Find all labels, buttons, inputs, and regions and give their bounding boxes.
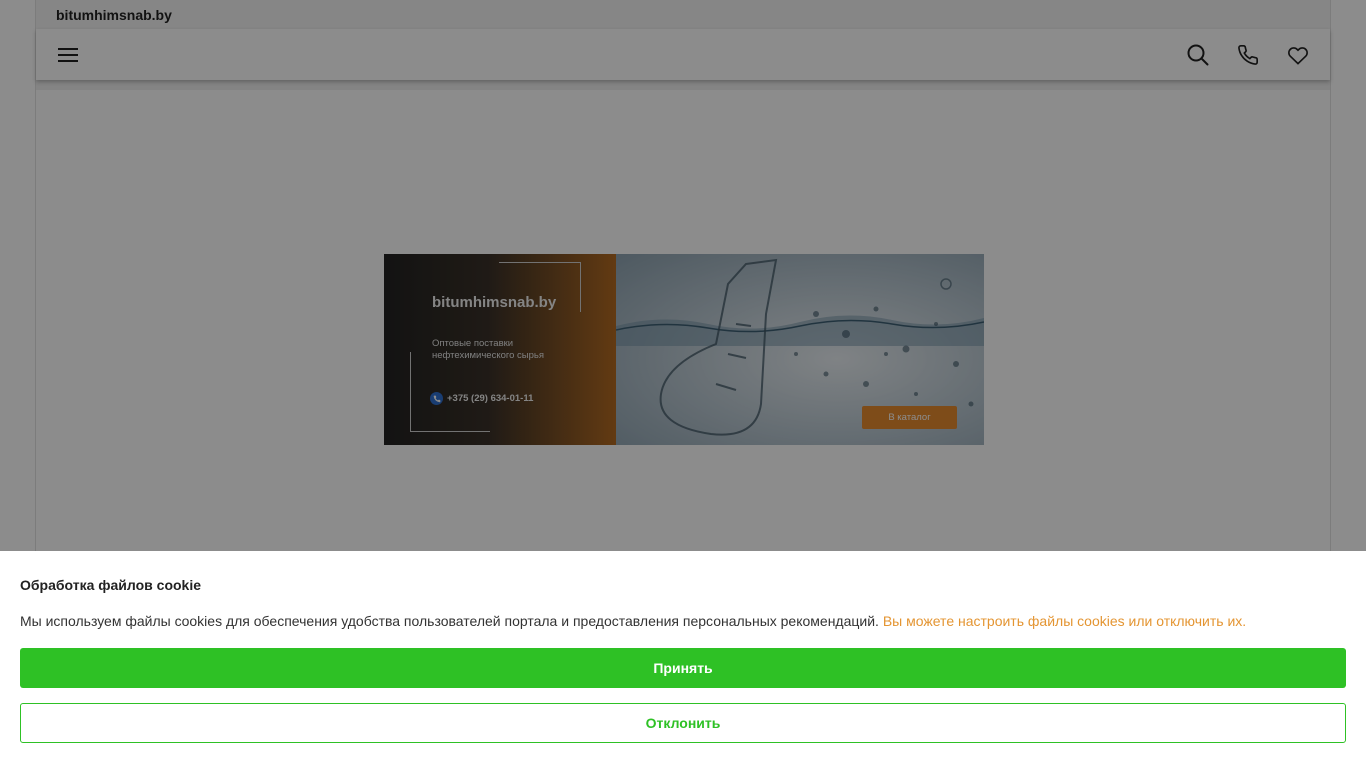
decline-button[interactable]: Отклонить [20,703,1346,743]
cookie-consent-panel: Обработка файлов cookie Мы используем фа… [0,551,1366,768]
cookie-text: Мы используем файлы cookies для обеспече… [20,613,1246,629]
cookie-settings-link[interactable]: Вы можете настроить файлы cookies или от… [883,613,1246,629]
cookie-description: Мы используем файлы cookies для обеспече… [20,613,879,629]
accept-button[interactable]: Принять [20,648,1346,688]
cookie-title: Обработка файлов cookie [20,577,202,593]
